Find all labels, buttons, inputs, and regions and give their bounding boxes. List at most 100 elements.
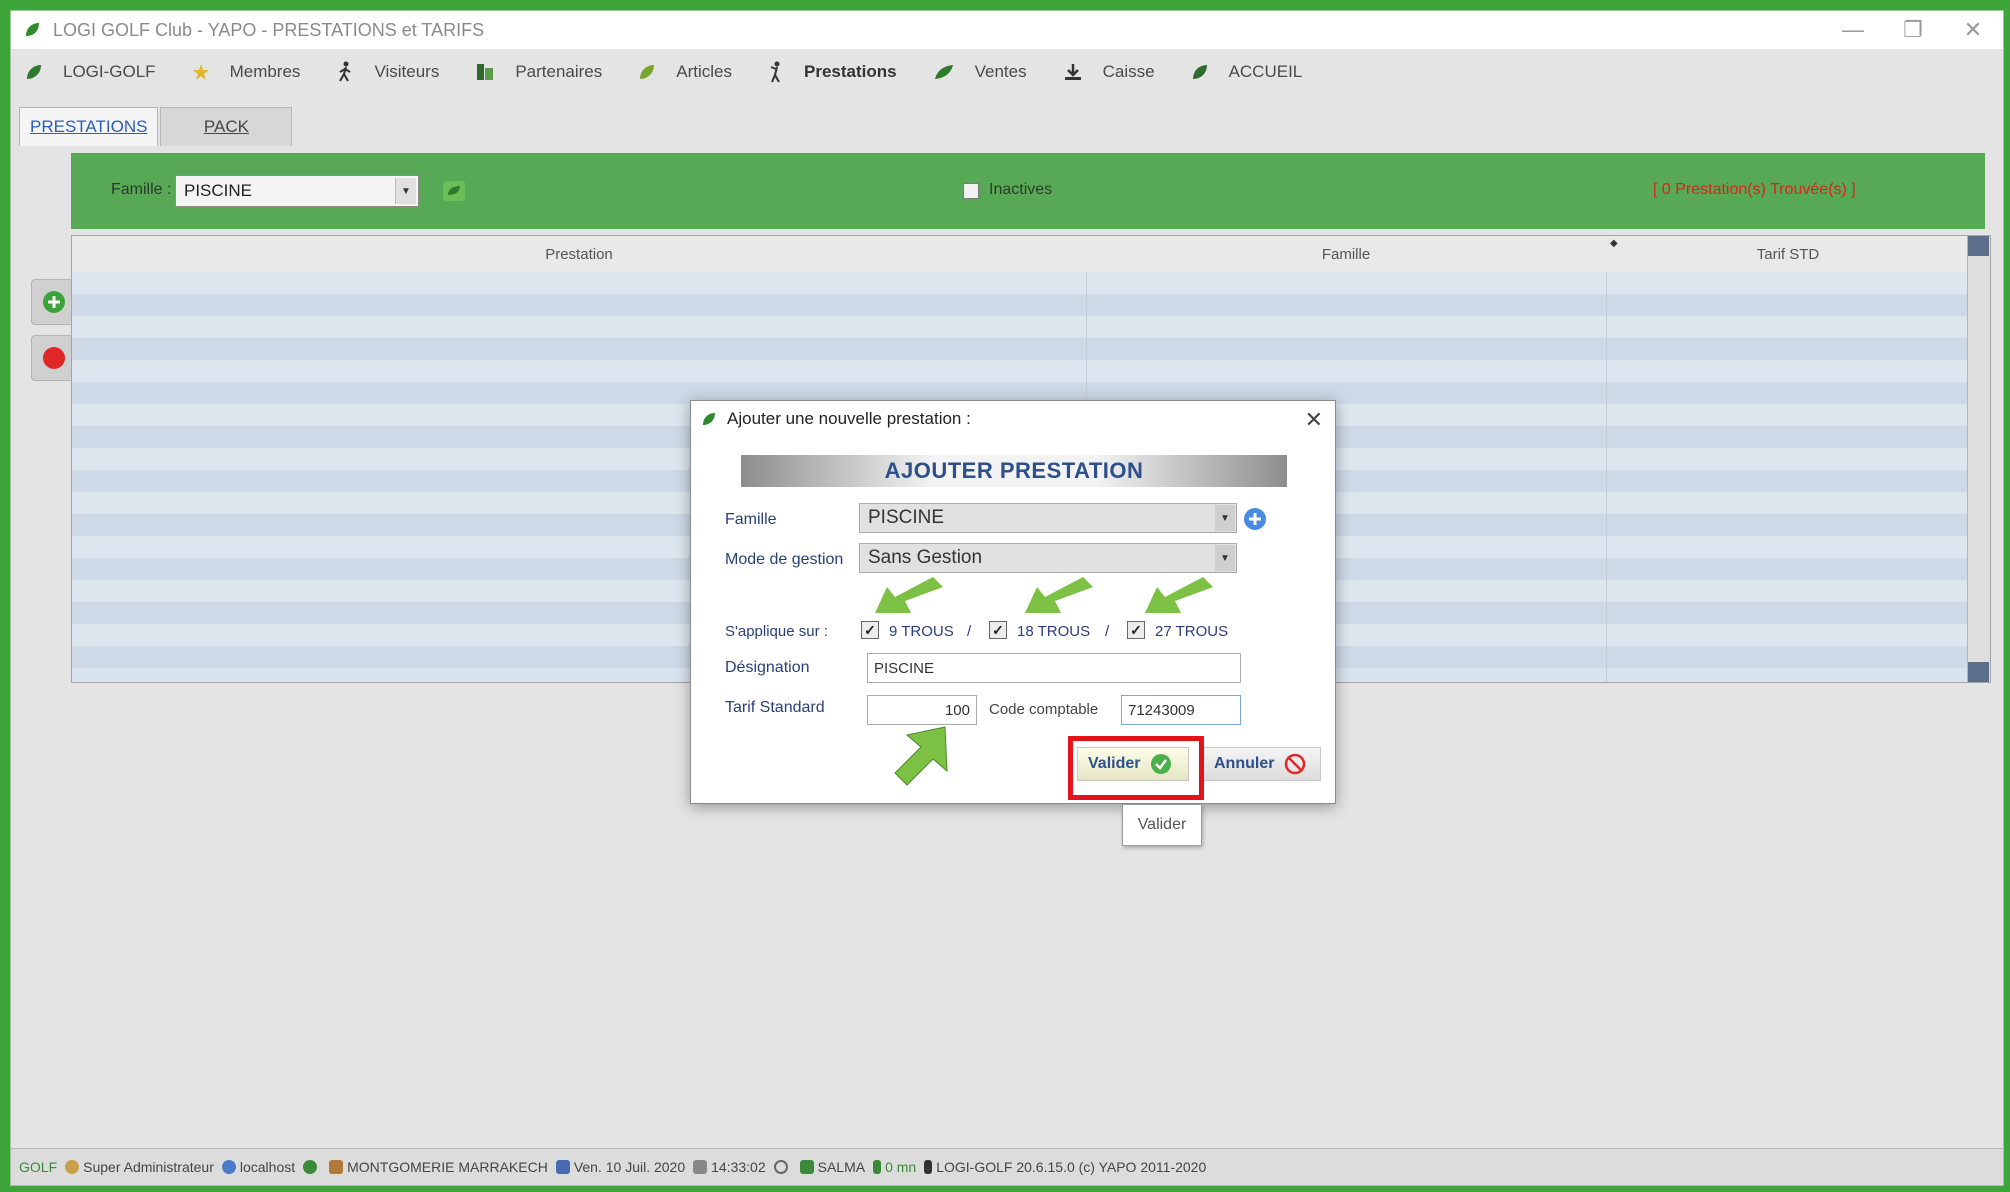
valider-button[interactable]: Valider <box>1077 747 1189 781</box>
table-scrollbar[interactable] <box>1967 236 1990 682</box>
close-icon[interactable]: ✕ <box>1305 407 1323 433</box>
dialog-title: Ajouter une nouvelle prestation : <box>727 409 971 428</box>
add-famille-button[interactable] <box>1243 507 1267 531</box>
golfer-icon <box>924 1160 933 1174</box>
status-host: localhost <box>221 1159 295 1175</box>
status-duration: 0 mn <box>873 1159 916 1175</box>
user-icon <box>65 1160 80 1174</box>
dialog-title-bar: Ajouter une nouvelle prestation : <box>691 401 1335 437</box>
annotation-arrow-icon <box>1145 577 1213 613</box>
status-leaf <box>303 1160 321 1174</box>
record-icon <box>43 347 65 369</box>
column-divider <box>1606 272 1607 682</box>
table-row[interactable] <box>72 294 1970 316</box>
menu-visiteurs[interactable]: Visiteurs <box>336 61 439 83</box>
mode-gestion-label: Mode de gestion <box>725 551 844 568</box>
designation-input[interactable]: PISCINE <box>867 653 1241 683</box>
cancel-icon <box>1285 753 1306 775</box>
col-tarif-std[interactable]: Tarif STD <box>1606 236 1970 272</box>
menu-membres[interactable]: Membres <box>192 62 300 82</box>
mode-gestion-select[interactable]: Sans Gestion ▼ <box>859 543 1237 573</box>
checkbox-18-trous[interactable]: ✓ <box>989 621 1007 639</box>
scroll-up-button[interactable] <box>1968 236 1989 256</box>
chevron-down-icon: ▼ <box>1215 545 1235 571</box>
tarif-standard-label: Tarif Standard <box>725 699 825 716</box>
famille-filter-select[interactable]: PISCINE ▼ <box>175 175 419 207</box>
leaf-icon <box>26 23 39 36</box>
table-row[interactable] <box>72 272 1970 294</box>
chevron-down-icon: ▼ <box>1215 505 1235 531</box>
status-golf: GOLF <box>19 1159 58 1175</box>
status-time: 14:33:02 <box>693 1159 766 1175</box>
menu-logi-golf[interactable]: LOGI-GOLF <box>25 62 156 82</box>
refresh-icon <box>773 1160 788 1174</box>
menu-caisse[interactable]: Caisse <box>1063 62 1155 82</box>
download-icon <box>1064 64 1081 80</box>
status-date: Ven. 10 Juil. 2020 <box>555 1159 685 1175</box>
tab-strip: PRESTATIONS PACK <box>19 107 294 149</box>
annotation-arrow-icon <box>875 577 943 613</box>
tarif-standard-input[interactable]: 100 <box>867 695 977 725</box>
annotation-arrow-icon <box>1025 577 1093 613</box>
inactives-checkbox[interactable] <box>963 183 979 199</box>
annuler-button[interactable]: Annuler <box>1203 747 1321 781</box>
tab-prestations[interactable]: PRESTATIONS <box>19 107 159 146</box>
status-refresh[interactable] <box>773 1160 792 1174</box>
add-icon <box>43 291 65 313</box>
filter-bar: Famille : PISCINE ▼ Inactives [ 0 Presta… <box>71 153 1985 229</box>
menu-ventes[interactable]: Ventes <box>933 62 1027 82</box>
code-comptable-input[interactable]: 71243009 <box>1121 695 1241 725</box>
inactives-label: Inactives <box>989 181 1053 198</box>
famille-label: Famille <box>725 511 777 528</box>
chevron-down-icon: ▼ <box>395 178 416 204</box>
col-famille[interactable]: Famille <box>1086 236 1606 272</box>
partners-icon <box>477 64 494 80</box>
label-27-trous: 27 TROUS <box>1155 623 1229 640</box>
menu-prestations[interactable]: Prestations <box>768 61 897 83</box>
leaf-icon <box>303 1160 318 1174</box>
tab-pack[interactable]: PACK <box>160 107 293 146</box>
label-9-trous: 9 TROUS <box>889 623 954 640</box>
famille-select[interactable]: PISCINE ▼ <box>859 503 1237 533</box>
designation-label: Désignation <box>725 659 810 676</box>
table-row[interactable] <box>72 338 1970 360</box>
minimize-button[interactable]: — <box>1823 11 1883 49</box>
scroll-down-button[interactable] <box>1968 662 1989 682</box>
status-bar: GOLF Super Administrateur localhost MONT… <box>11 1148 2003 1185</box>
person-icon <box>873 1160 882 1174</box>
label-18-trous: 18 TROUS <box>1017 623 1091 640</box>
status-version: LOGI-GOLF 20.6.15.0 (c) YAPO 2011-2020 <box>924 1159 1206 1175</box>
table-row[interactable] <box>72 360 1970 382</box>
maximize-button[interactable]: ❐ <box>1883 11 1943 49</box>
menu-partenaires[interactable]: Partenaires <box>475 62 602 82</box>
found-count: [ 0 Prestation(s) Trouvée(s) ] <box>1653 181 1856 198</box>
annotation-arrow-icon <box>894 726 948 786</box>
main-menu: LOGI-GOLF Membres Visiteurs Partenaires … <box>11 49 2003 95</box>
leaf-icon <box>27 65 41 79</box>
status-club: MONTGOMERIE MARRAKECH <box>329 1159 548 1175</box>
applique-label: S'applique sur : <box>725 623 828 640</box>
famille-filter-label: Famille : <box>111 181 172 198</box>
sort-indicator-icon: ◆ <box>1610 238 1618 249</box>
menu-accueil[interactable]: ACCUEIL <box>1191 62 1302 82</box>
close-window-button[interactable]: ✕ <box>1943 11 2003 49</box>
checkbox-9-trous[interactable]: ✓ <box>861 621 879 639</box>
arrow-icon <box>799 1160 814 1174</box>
col-prestation[interactable]: Prestation <box>72 236 1086 272</box>
table-row[interactable] <box>72 316 1970 338</box>
leaf-icon <box>703 413 715 425</box>
table-header: Prestation Famille Tarif STD ◆ <box>72 236 1990 273</box>
menu-articles[interactable]: Articles <box>638 62 732 82</box>
refresh-filter-icon[interactable] <box>443 181 465 201</box>
separator: / <box>967 623 972 640</box>
window-title: LOGI GOLF Club - YAPO - PRESTATIONS et T… <box>53 19 485 40</box>
golfer-icon <box>770 61 780 83</box>
checkbox-27-trous[interactable]: ✓ <box>1127 621 1145 639</box>
separator: / <box>1105 623 1110 640</box>
building-icon <box>329 1160 344 1174</box>
add-prestation-dialog: Ajouter une nouvelle prestation : ✕ AJOU… <box>690 400 1336 804</box>
valider-tooltip: Valider <box>1122 804 1202 846</box>
status-operator: SALMA <box>799 1159 865 1175</box>
leaf-icon <box>1192 65 1207 79</box>
hourglass-icon <box>693 1160 708 1174</box>
